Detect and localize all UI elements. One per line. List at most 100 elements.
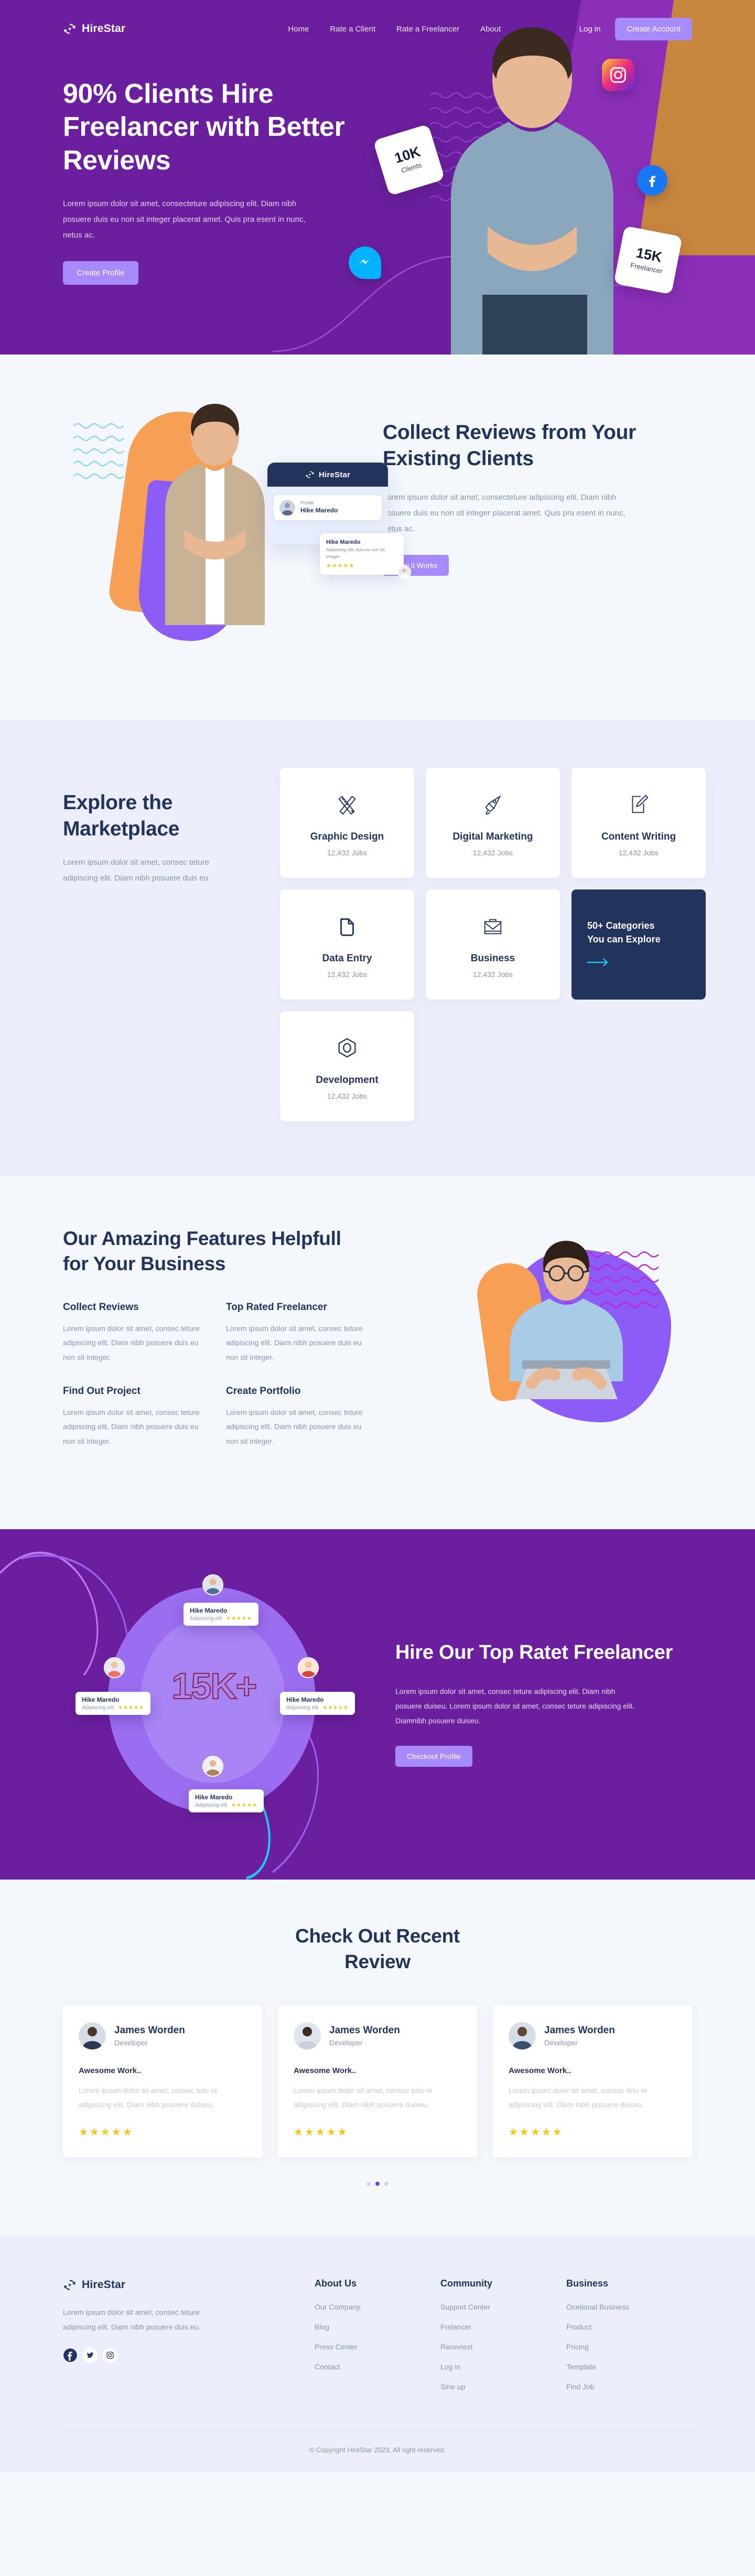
review-stars: ★★★★★: [509, 2127, 564, 2139]
avatar: [509, 2022, 536, 2049]
review-text: Lorem ipsum dolor sit amet, consec tetu …: [79, 2086, 218, 2109]
carousel-dot-1[interactable]: [366, 2182, 371, 2186]
feature-item-find-out-project: Find Out Project Lorem ipsum dolor sit a…: [63, 1386, 204, 1448]
hero-content: 90% Clients Hire Freelancer with Better …: [63, 58, 692, 285]
profile-label: Profile: [300, 500, 314, 506]
feature-title: Find Out Project: [63, 1386, 141, 1397]
category-card-graphic-design[interactable]: Graphic Design 12,432 Jobs: [280, 768, 414, 878]
footer-description: Lorem ipsum dolor sit amet, consec tetur…: [63, 2308, 201, 2331]
footer-link-receviest[interactable]: Receviest: [440, 2343, 472, 2351]
footer-link-product[interactable]: Product: [566, 2323, 591, 2331]
avatar: [294, 2022, 321, 2049]
checkout-profile-button[interactable]: Checkout Profile: [395, 1745, 472, 1767]
reviewer-role: Developer: [114, 2038, 148, 2047]
footer-link-contact[interactable]: Contact: [315, 2363, 340, 2371]
document-pencil-icon: [627, 789, 651, 820]
nav-link-rate-a-client[interactable]: Rate a Client: [330, 25, 375, 34]
category-title: Development: [316, 1074, 379, 1086]
instagram-icon[interactable]: [103, 2347, 117, 2363]
instagram-icon[interactable]: [602, 59, 634, 91]
chip-sub: Adipiscing elit: [82, 1705, 114, 1711]
marketplace-text: Explore the Marketplace Lorem ipsum dolo…: [63, 768, 262, 886]
top-rated-section: 15K+ Hike Maredo Adipiscing elit ★★★★★ H…: [0, 1529, 755, 1880]
features-title: Our Amazing Features Helpfull for Your B…: [63, 1228, 341, 1275]
cta-line-2: You can Explore: [587, 933, 661, 944]
features-section: Our Amazing Features Helpfull for Your B…: [0, 1176, 755, 1529]
footer-column-community: Community Support Center Frelancer Recev…: [440, 2278, 566, 2402]
brand-name: HireStar: [82, 23, 126, 35]
footer-link-find-job[interactable]: Find Job: [566, 2382, 595, 2391]
marketplace-grid: Graphic Design 12,432 Jobs Digital Marke…: [280, 768, 706, 1121]
avatar: [79, 2022, 106, 2049]
stat-badge-freelancer: 15K Freelancer: [613, 226, 683, 295]
feature-body: Lorem ipsum dolor sit amet, consec tetur…: [226, 1408, 363, 1445]
category-card-data-entry[interactable]: Data Entry 12,432 Jobs: [280, 889, 414, 1000]
avatar: [202, 1574, 223, 1595]
category-card-content-writing[interactable]: Content Writing 12,432 Jobs: [571, 768, 706, 878]
messenger-icon[interactable]: [349, 246, 381, 279]
floating-review-name: Hike Maredo: [326, 539, 361, 545]
floating-review-stars: ★★★★★: [326, 562, 355, 569]
footer-brand-name: HireStar: [82, 2279, 126, 2291]
footer-logo[interactable]: HireStar: [63, 2278, 315, 2292]
category-title: Data Entry: [322, 952, 372, 964]
features-visual: [393, 1226, 692, 1473]
category-title: Digital Marketing: [452, 831, 533, 842]
carousel-dot-3[interactable]: [384, 2182, 389, 2186]
chip-sub: Adipiscing elit: [195, 1802, 228, 1808]
freelancer-counter: 15K+: [171, 1666, 257, 1706]
avatar: [279, 500, 295, 516]
reviews-grid: James Worden Developer Awesome Work.. Lo…: [63, 2005, 692, 2158]
features-person-photo: [510, 1241, 623, 1399]
footer-link-template[interactable]: Template: [566, 2363, 596, 2371]
category-card-business[interactable]: Business 12,432 Jobs: [426, 889, 560, 1000]
footer-link-press-center[interactable]: Press Center: [315, 2343, 358, 2351]
page-root: HireStar Home Rate a Client Rate a Freel…: [0, 0, 755, 2473]
profile-name: Hike Maredo: [300, 507, 338, 514]
profile-row[interactable]: Profile Hike Maredo: [274, 495, 382, 520]
category-jobs: 12,432 Jobs: [618, 848, 659, 857]
features-grid: Collect Reviews Lorem ipsum dolor sit am…: [63, 1302, 367, 1448]
main-navbar: HireStar Home Rate a Client Rate a Freel…: [63, 0, 692, 58]
avatar: [298, 1657, 319, 1678]
footer-link-support-center[interactable]: Support Center: [440, 2303, 490, 2311]
footer-link-our-company[interactable]: Our Company: [315, 2303, 360, 2311]
chip-stars: ★★★★★: [226, 1616, 252, 1622]
login-link[interactable]: Log in: [579, 25, 601, 34]
footer-link-ocetional-business[interactable]: Ocetional Business: [566, 2303, 629, 2311]
footer-link-log-in[interactable]: Log in: [440, 2363, 460, 2371]
review-chip-bottom: Hike Maredo Adipiscing elit ★★★★★: [189, 1789, 264, 1812]
feature-body: Lorem ipsum dolor sit amet, consec tetur…: [63, 1324, 200, 1361]
category-jobs: 12,432 Jobs: [327, 848, 368, 857]
nav-link-home[interactable]: Home: [288, 25, 309, 34]
carousel-dot-2[interactable]: [375, 2182, 380, 2186]
footer-link-frelancer[interactable]: Frelancer: [440, 2323, 471, 2331]
nav-link-about[interactable]: About: [480, 25, 501, 34]
category-card-digital-marketing[interactable]: Digital Marketing 12,432 Jobs: [426, 768, 560, 878]
create-account-button[interactable]: Create Account: [615, 17, 692, 40]
reviewer-name: James Worden: [544, 2024, 615, 2036]
reviews-title: Check Out Recent Review: [295, 1925, 460, 1972]
footer-column-business: Business Ocetional Business Product Pric…: [566, 2278, 692, 2402]
facebook-icon[interactable]: [63, 2348, 78, 2363]
avatar: [397, 565, 411, 579]
chip-name: Hike Maredo: [82, 1696, 120, 1703]
review-headline: Awesome Work..: [294, 2066, 357, 2075]
create-profile-button[interactable]: Create Profile: [63, 261, 138, 285]
explore-categories-cta[interactable]: 50+ Categories You can Explore: [571, 889, 706, 1000]
feature-title: Create Portfolio: [226, 1386, 301, 1397]
category-card-development[interactable]: Development 12,432 Jobs: [280, 1011, 414, 1121]
chip-sub: Adipiscing elit: [286, 1705, 319, 1711]
footer-link-sine-up[interactable]: Sine up: [440, 2382, 465, 2391]
twitter-icon[interactable]: [83, 2347, 98, 2363]
feature-title: Top Rated Freelancer: [226, 1302, 327, 1313]
chip-name: Hike Maredo: [190, 1607, 228, 1614]
brand-logo[interactable]: HireStar: [63, 22, 125, 36]
nav-link-rate-a-freelancer[interactable]: Rate a Freelancer: [396, 25, 459, 34]
floating-review-card: Hike Maredo Adipiscing elit, duis eu non…: [320, 533, 411, 579]
footer-link-blog[interactable]: Blog: [315, 2323, 329, 2331]
nav-actions: Log in Create Account: [579, 17, 692, 40]
review-chip-left: Hike Maredo Adipiscing elit ★★★★★: [76, 1692, 150, 1715]
footer-link-pricing[interactable]: Pricing: [566, 2343, 589, 2351]
facebook-icon[interactable]: [637, 165, 667, 196]
